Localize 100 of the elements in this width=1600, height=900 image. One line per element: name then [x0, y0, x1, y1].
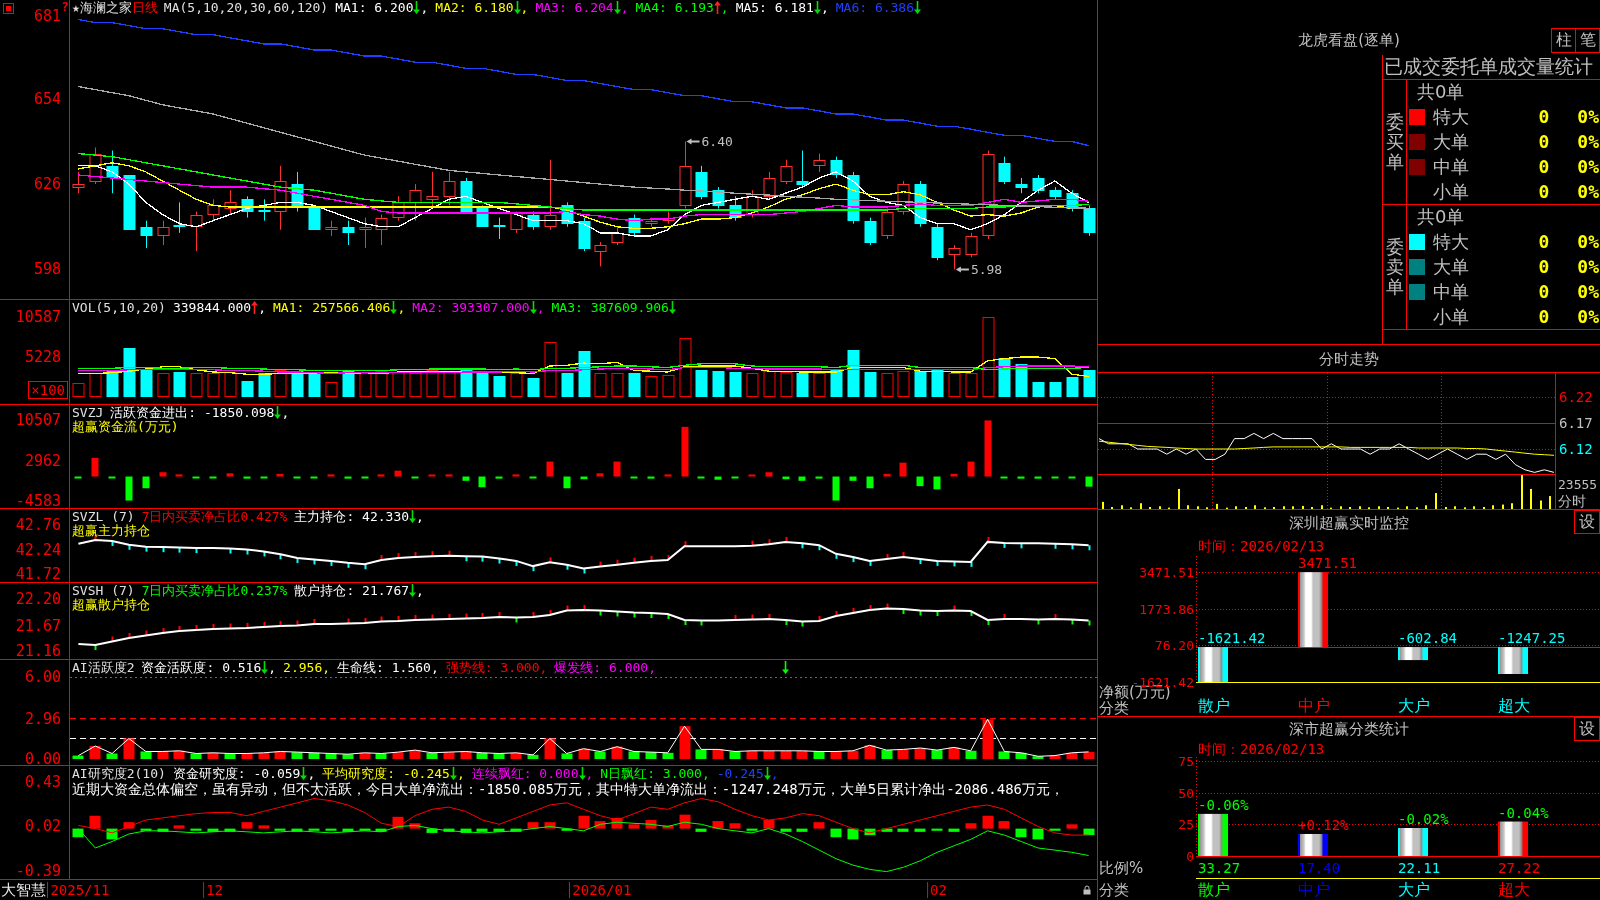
order-count: 0 — [1538, 156, 1550, 177]
price-axis-label: 6.17 — [1559, 414, 1593, 431]
bar — [679, 338, 692, 397]
bar — [327, 474, 335, 477]
bar — [140, 751, 152, 759]
indicator-value: 7日内买卖净占比0.237% — [141, 583, 288, 598]
date-label: 02 — [927, 882, 947, 898]
order-size-label: 大单 — [1433, 132, 1469, 152]
bar — [445, 474, 453, 477]
category-label: 超大 — [1498, 880, 1530, 899]
bar — [998, 821, 1010, 829]
indicator-value: 主力持仓: 42.330 — [294, 509, 410, 524]
order-size-label: 小单 — [1433, 306, 1469, 327]
comma: , — [456, 766, 465, 781]
unit-label: 分时 — [1558, 493, 1586, 509]
bar — [527, 754, 539, 759]
order-count: 0 — [1538, 181, 1550, 202]
y-axis-label: 3471.51 — [1139, 564, 1194, 580]
bar — [274, 370, 287, 397]
category-label: 中户 — [1298, 880, 1330, 899]
y-axis-label: 50 — [1178, 785, 1194, 801]
bar — [881, 373, 894, 397]
view-toggle-button[interactable]: 柱 — [1551, 28, 1576, 53]
bar — [512, 474, 520, 477]
bar — [967, 461, 975, 477]
bar — [847, 750, 859, 759]
order-percent: 0% — [1577, 181, 1599, 202]
bar — [729, 823, 741, 829]
bar — [697, 476, 705, 479]
bar — [897, 749, 909, 759]
settings-button[interactable]: 设 — [1574, 717, 1600, 741]
bar — [411, 476, 419, 479]
bar — [377, 474, 385, 477]
bar — [914, 371, 927, 397]
bar — [190, 373, 203, 397]
bar — [159, 472, 167, 477]
bar — [91, 457, 99, 477]
bar — [243, 476, 251, 479]
indicator-value: 散户持仓: 21.767 — [294, 583, 410, 598]
bar — [849, 476, 857, 481]
bar — [276, 473, 284, 477]
bar — [1034, 476, 1042, 479]
indicator-value: 平均研究度: -0.245 — [322, 766, 450, 781]
data-label: 3471.51 — [1298, 556, 1357, 572]
order-count: 0 — [1538, 257, 1550, 277]
help-button[interactable]: ? — [61, 0, 69, 14]
square-icon — [3, 3, 14, 14]
y-axis-label: 21.67 — [15, 617, 61, 634]
y-axis-label: 6.00 — [24, 668, 61, 685]
bar — [308, 752, 320, 759]
bar — [123, 738, 135, 759]
indicator-value: 339844.000 — [172, 300, 252, 315]
bar — [173, 825, 185, 829]
bar — [175, 474, 183, 477]
data-label: 17.40 — [1298, 859, 1341, 876]
data-label: -1621.42 — [1198, 630, 1266, 647]
order-count: 0 — [1538, 107, 1550, 128]
bar — [765, 472, 773, 477]
bar — [291, 371, 304, 397]
indicator-value: 连续飘红: 0.000 — [471, 766, 579, 781]
bar — [476, 752, 488, 759]
bar — [897, 828, 909, 832]
indicator-name: AI研究度2(10) — [72, 766, 166, 781]
bar — [1000, 476, 1008, 479]
settings-button[interactable]: 设 — [1574, 510, 1600, 534]
bar — [207, 373, 220, 397]
comma: , — [397, 300, 406, 315]
y-axis-label: 0.00 — [24, 751, 61, 767]
bar — [1015, 364, 1028, 397]
bar — [948, 828, 960, 832]
bar — [241, 822, 253, 829]
bar — [125, 476, 133, 501]
bar — [426, 752, 438, 759]
bar — [260, 476, 268, 479]
bar — [662, 752, 674, 759]
view-toggle-button[interactable]: 笔 — [1575, 28, 1600, 53]
indicator-value: 7日内买卖净占比0.427% — [141, 509, 288, 524]
bar — [982, 815, 994, 829]
data-label: -1247.25 — [1498, 630, 1566, 647]
y-axis-label: 681 — [33, 8, 61, 25]
bar — [375, 371, 388, 397]
bar — [563, 476, 571, 489]
bar — [830, 828, 842, 838]
arrow-down-icon — [782, 661, 790, 674]
change-label: +0.12% — [1298, 816, 1349, 833]
bar — [443, 371, 456, 397]
change-label: -0.02% — [1398, 811, 1449, 827]
bar — [763, 371, 776, 397]
comma: , — [536, 300, 545, 315]
bar — [796, 750, 808, 759]
bar — [1083, 370, 1096, 397]
order-size-label: 特大 — [1433, 107, 1469, 128]
y-axis-label: 2962 — [24, 452, 61, 469]
bar — [529, 476, 537, 479]
order-size-label: 中单 — [1433, 156, 1469, 177]
bar — [695, 828, 707, 832]
bar — [409, 373, 422, 397]
bar — [1032, 382, 1045, 397]
axis-title: 比例% — [1099, 860, 1144, 876]
bar — [712, 371, 725, 397]
